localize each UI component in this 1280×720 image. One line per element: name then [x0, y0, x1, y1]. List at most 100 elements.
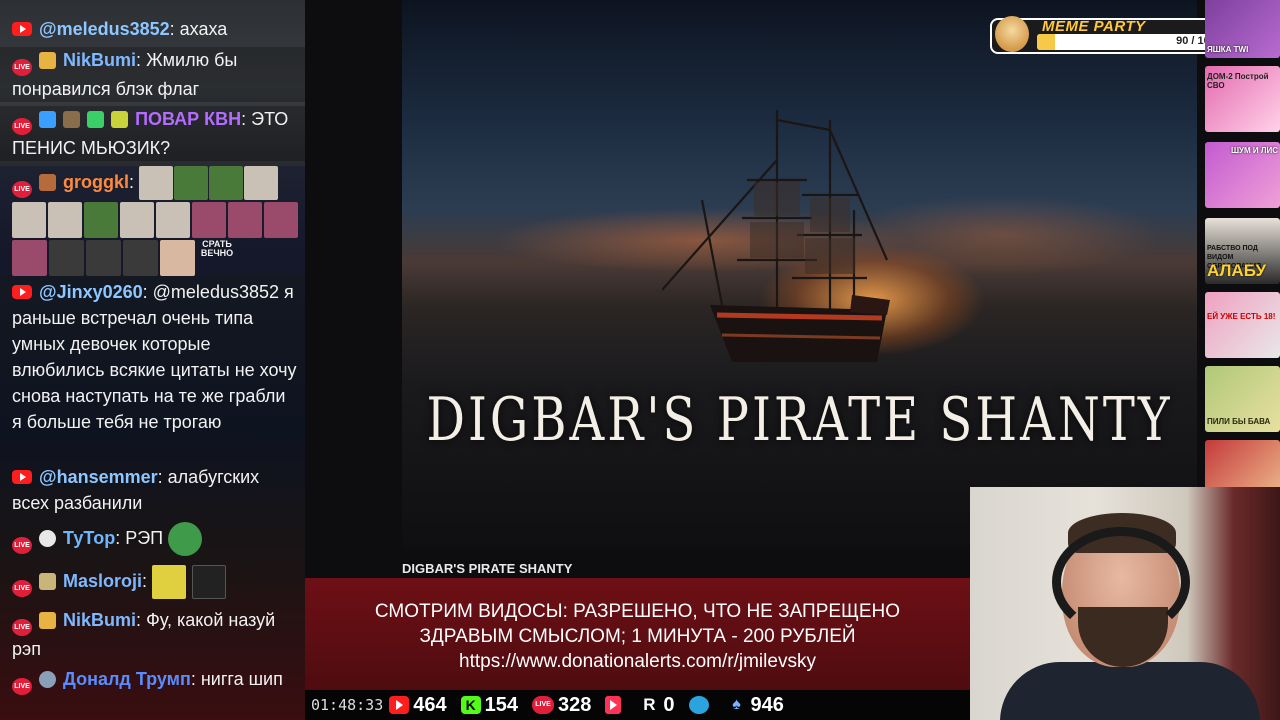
- hotdog-icon: [39, 173, 57, 191]
- live-viewers: LIVE 328: [532, 694, 591, 717]
- chat-message: @Jinxy0260: @meledus3852 я раньше встреч…: [12, 282, 297, 432]
- emote: [86, 240, 121, 276]
- chat-panel: @meledus3852: ахаха LIVE NikBumi: Жмилю …: [0, 0, 305, 720]
- chat-text: нигга шип: [200, 669, 283, 689]
- youtube-icon: [12, 285, 32, 299]
- kick-viewer-count: 154: [484, 693, 518, 716]
- thumbnail-label: ЕЙ УЖЕ ЕСТЬ 18!: [1207, 312, 1276, 321]
- stream-uptime: 01:48:33: [311, 696, 384, 714]
- pineapple-icon: [39, 52, 57, 69]
- live-icon: LIVE: [12, 536, 32, 554]
- telegram-icon: [688, 696, 709, 714]
- chat-message: LIVE groggkl: СРАТЬ ВЕЧНО: [0, 166, 305, 276]
- chat-message: LIVE Доналд Трумп: нигга шип: [0, 666, 305, 695]
- video-thumbnail[interactable]: РАБСТВО ПОД ВИДОМ ОБРАЗОВАНИЯ АЛАБУ: [1205, 218, 1280, 284]
- video-title-overlay: DIGBAR'S PIRATE SHANTY: [426, 385, 1173, 455]
- avatar-icon: [39, 671, 57, 688]
- youtube-viewer-count: 464: [413, 693, 447, 716]
- live-icon: LIVE: [12, 118, 32, 135]
- chat-text: ахаха: [179, 19, 228, 39]
- box-icon: [63, 111, 81, 128]
- youtube-icon: [12, 22, 32, 36]
- emote: [49, 240, 84, 276]
- emote: [244, 166, 279, 200]
- video-player[interactable]: DIGBAR'S PIRATE SHANTY: [402, 0, 1197, 548]
- chat-nick[interactable]: NikBumi: [63, 610, 136, 630]
- emote: [174, 166, 209, 200]
- emote: [120, 202, 154, 238]
- emote: [84, 202, 118, 238]
- rutube-viewer-count: 0: [663, 693, 675, 716]
- chat-message: LIVE ТуТор: РЭП: [0, 522, 305, 556]
- total-viewer-count: 946: [750, 693, 784, 716]
- thumbnail-label: ПИЛИ БЫ БАВА: [1207, 417, 1271, 426]
- headphones-icon: [1052, 527, 1190, 637]
- chat-nick[interactable]: ПОВАР КВН: [135, 109, 241, 129]
- emote: [139, 166, 174, 200]
- chat-nick[interactable]: Доналд Трумп: [63, 669, 191, 689]
- emote: [48, 202, 82, 238]
- donation-link[interactable]: https://www.donationalerts.com/r/jmilevs…: [305, 649, 970, 674]
- rutube-viewers: R 0: [639, 694, 674, 717]
- chat-message: LIVE NikBumi: Фу, какой назуй рэп: [12, 610, 276, 659]
- emote: [209, 166, 244, 200]
- chat-nick[interactable]: @Jinxy0260: [39, 282, 143, 302]
- thumbnail-label: ЯШКА TWI: [1207, 45, 1249, 54]
- emote: [264, 202, 298, 238]
- streamer-body: [1000, 662, 1260, 720]
- live-icon: LIVE: [12, 59, 32, 76]
- pirate-ship-image: [662, 110, 890, 362]
- emote: [156, 202, 190, 238]
- skull-icon: [39, 529, 57, 547]
- youtube-viewers: 464: [389, 693, 447, 717]
- total-viewers: ♠ 946: [727, 694, 784, 717]
- gift-icon: [87, 111, 105, 128]
- emote: [160, 240, 195, 276]
- stream-stats-bar: 01:48:33 464 K 154 LIVE 328 R 0 ♠ 946: [305, 690, 970, 720]
- chat-message: LIVE NikBumi: Жмилю бы понравился блэк ф…: [0, 47, 305, 102]
- chat-nick[interactable]: @meledus3852: [39, 19, 170, 39]
- emote: [12, 240, 47, 276]
- video-thumbnail[interactable]: ЯШКА TWI: [1205, 0, 1280, 58]
- youtube-icon: [389, 696, 410, 714]
- emote: [192, 202, 226, 238]
- chat-message: LIVE Masloroji:: [0, 565, 305, 599]
- thumbnail-label: ДОМ-2 Построй СВО: [1207, 72, 1269, 90]
- emote: [152, 565, 187, 599]
- chat-nick[interactable]: Masloroji: [63, 571, 142, 591]
- live-icon: LIVE: [12, 579, 32, 597]
- pepe-emote: [168, 522, 203, 556]
- chat-message-partial: [0, 0, 305, 4]
- chat-nick[interactable]: @hansemmer: [39, 467, 158, 487]
- chat-message: @meledus3852: ахаха: [0, 16, 305, 42]
- live-icon: LIVE: [532, 696, 554, 714]
- video-thumbnail[interactable]: ШУМ И ЛИС: [1205, 142, 1280, 208]
- live-icon: LIVE: [12, 180, 32, 198]
- thumbnail-label: ШУМ И ЛИС: [1230, 146, 1278, 155]
- kick-icon: K: [460, 696, 481, 714]
- sticker-icon: [39, 572, 57, 590]
- vk-play-viewers: [605, 696, 625, 714]
- webcam-feed: [970, 487, 1280, 720]
- video-thumbnail[interactable]: ПИЛИ БЫ БАВА: [1205, 366, 1280, 432]
- video-thumbnail[interactable]: ДОМ-2 Построй СВО: [1205, 66, 1280, 132]
- emote-row: [12, 202, 299, 238]
- live-viewer-count: 328: [558, 693, 592, 716]
- chat-message: @hansemmer: алабугских всех разбанили: [12, 467, 260, 513]
- viewers-icon: ♠: [732, 696, 741, 713]
- chat-nick[interactable]: ТуТор: [63, 528, 115, 548]
- live-icon: LIVE: [12, 619, 32, 636]
- live-icon: LIVE: [12, 678, 32, 695]
- donation-banner: СМОТРИМ ВИДОСЫ: РАЗРЕШЕНО, ЧТО НЕ ЗАПРЕЩ…: [305, 578, 970, 690]
- emote-row: СРАТЬ ВЕЧНО: [12, 240, 299, 276]
- banner-line: СМОТРИМ ВИДОСЫ: РАЗРЕШЕНО, ЧТО НЕ ЗАПРЕЩ…: [374, 601, 901, 622]
- video-thumbnail[interactable]: ЕЙ УЖЕ ЕСТЬ 18!: [1205, 292, 1280, 358]
- telegram-link: [688, 696, 713, 714]
- chat-nick[interactable]: groggkl: [63, 172, 129, 192]
- chat-text: РЭП: [125, 527, 164, 548]
- emote: [123, 240, 158, 276]
- shield-icon: [39, 111, 57, 128]
- chat-nick[interactable]: NikBumi: [63, 50, 136, 70]
- emote-caption: СРАТЬ ВЕЧНО: [200, 239, 234, 258]
- youtube-icon: [12, 470, 32, 484]
